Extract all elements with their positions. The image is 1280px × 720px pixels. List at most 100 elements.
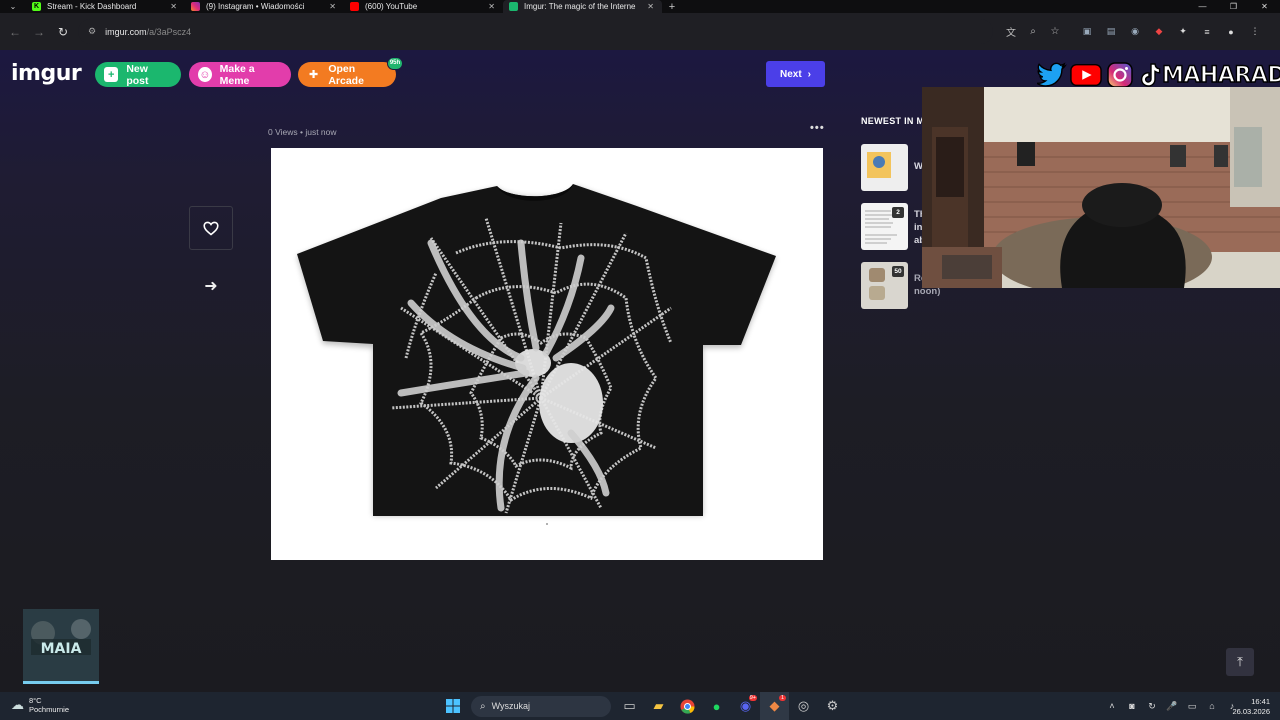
extension-badge-icon[interactable]: ◆ [1147,26,1171,37]
tiktok-logo-icon [1138,61,1162,89]
newest-thumbnail [861,144,908,191]
gamepad-icon: ✚ [309,69,319,81]
close-tab-icon[interactable]: ✕ [647,2,654,11]
favorite-button[interactable] [189,206,233,250]
tab-imgur[interactable]: Imgur: The magic of the Interne ✕ [503,0,662,13]
discord-icon[interactable]: ◉ 9+ [731,692,760,720]
next-post-button[interactable]: Next › [766,61,825,87]
plus-icon: + [104,67,119,82]
youtube-icon [350,2,359,11]
profile-avatar-icon[interactable]: ● [1219,27,1243,37]
network-icon[interactable]: ⌂ [1202,701,1222,711]
file-explorer-icon[interactable]: ▰ [644,692,673,720]
address-bar[interactable]: ⚙ imgur.com/a/3aPscz4 [78,19,993,44]
tab-instagram[interactable]: (9) Instagram • Wiadomości ✕ [185,0,344,13]
open-arcade-button[interactable]: ✚ Open Arcade [298,62,396,87]
chrome-logo-icon [680,699,695,714]
next-label: Next [779,68,802,80]
taskbar-search[interactable]: ⌕ Wyszukaj [471,695,611,717]
close-window-icon[interactable]: ✕ [1249,0,1280,13]
tab-youtube[interactable]: (600) YouTube ✕ [344,0,503,13]
chrome-icon[interactable] [673,692,702,720]
imgur-page: imgur + New post ☺ Make a Meme ✚ Open Ar… [0,50,1280,692]
scroll-to-top-button[interactable]: ⤒ [1226,648,1254,676]
zoom-icon[interactable]: ⌕ [1022,26,1044,37]
close-tab-icon[interactable]: ✕ [170,2,177,11]
close-tab-icon[interactable]: ✕ [329,2,336,11]
make-meme-button[interactable]: ☺ Make a Meme [189,62,291,87]
post-image[interactable] [271,148,823,560]
weather-condition: Pochmurnie [29,705,70,714]
more-options-icon[interactable]: • • • [810,122,824,134]
extension-translate-icon[interactable]: ▣ [1075,26,1099,37]
meme-face-icon: ☺ [198,67,212,82]
new-post-label: New post [126,62,149,87]
back-icon[interactable]: ← [3,25,27,39]
windows-logo-icon [445,699,460,713]
microphone-icon[interactable]: 🎤 [1162,701,1182,712]
media-control-icon[interactable]: ≡ [1195,27,1219,37]
cloud-icon: ☁ [11,697,24,712]
steam-icon[interactable]: ⚙ [818,692,847,720]
weather-widget[interactable]: ☁ 8°C Pochmurnie [11,696,69,714]
url-path: /a/3aPscz4 [146,26,192,37]
tab-title: (9) Instagram • Wiadomości [206,2,305,11]
omnibox-actions: 文 ⌕ ☆ [1000,13,1066,50]
streaming-app-icon[interactable]: ◆ 1 [760,692,789,720]
extensions-puzzle-icon[interactable]: ✦ [1171,26,1195,37]
arcade-badge: 95h [387,57,403,70]
search-placeholder: Wyszukaj [491,701,531,711]
forward-icon[interactable]: → [27,25,51,39]
task-view-icon[interactable]: ▭ [615,692,644,720]
tab-title: Imgur: The magic of the Interne [524,2,636,11]
tab-search-chevron-icon[interactable]: ⌄ [0,2,26,11]
close-tab-icon[interactable]: ✕ [488,2,495,11]
post-views: 0 Views [268,127,298,137]
webcam-overlay [922,87,1280,288]
streamer-handle: MAHARADZZA [1161,62,1280,88]
translate-icon[interactable]: 文 [1000,24,1022,39]
twitter-icon [1036,61,1068,89]
newest-item[interactable]: W [861,144,923,191]
newest-heading: NEWEST IN M [861,116,925,126]
newest-item[interactable]: 2 Th in ab [861,203,926,250]
webcam-feed-graphic [922,87,1280,288]
sync-tray-icon[interactable]: ↻ [1142,701,1162,712]
make-meme-label: Make a Meme [219,62,255,87]
imgur-logo[interactable]: imgur [11,61,82,86]
site-settings-icon[interactable]: ⚙ [88,26,96,37]
extension-pdf-icon[interactable]: ▤ [1099,26,1123,37]
spider-web-tshirt-graphic [297,184,776,525]
new-tab-button[interactable]: + [662,1,682,13]
display-icon[interactable]: ▭ [1182,701,1202,712]
obs-icon[interactable]: ◎ [789,692,818,720]
discord-tray-icon[interactable]: ◙ [1122,701,1142,711]
clock-date: 26.03.2026 [1232,707,1270,716]
extension-audio-icon[interactable]: ◉ [1123,26,1147,37]
post-time: just now [305,127,337,137]
start-button[interactable] [438,692,467,720]
spotify-icon[interactable]: ● [702,692,731,720]
tab-kick[interactable]: K Stream - Kick Dashboard ✕ [26,0,185,13]
tab-title: (600) YouTube [365,2,418,11]
open-arcade-label: Open Arcade [328,62,364,87]
reload-icon[interactable]: ↻ [51,25,75,39]
new-post-button[interactable]: + New post [95,62,181,87]
discord-notification-badge: 9+ [748,695,757,701]
bookmark-star-icon[interactable]: ☆ [1044,26,1066,37]
instagram-logo-icon [1104,61,1136,89]
minimize-icon[interactable]: — [1187,0,1218,13]
window-controls: — ❐ ✕ [1187,0,1280,13]
chrome-menu-icon[interactable]: ⋮ [1243,26,1267,37]
restore-icon[interactable]: ❐ [1218,0,1249,13]
tab-title: Stream - Kick Dashboard [47,2,137,11]
tray-overflow-icon[interactable]: ˄ [1102,701,1122,711]
newest-thumbnail: 2 [861,203,908,250]
youtube-logo-icon [1070,61,1102,89]
system-clock[interactable]: 16:41 26.03.2026 [1232,697,1270,717]
post-thumbnail-graphic [867,152,891,178]
share-arrow-icon[interactable]: ➜ [199,276,223,296]
instagram-icon [191,2,200,11]
url-host: imgur.com [105,26,147,37]
app-notification-badge: 1 [778,695,786,701]
